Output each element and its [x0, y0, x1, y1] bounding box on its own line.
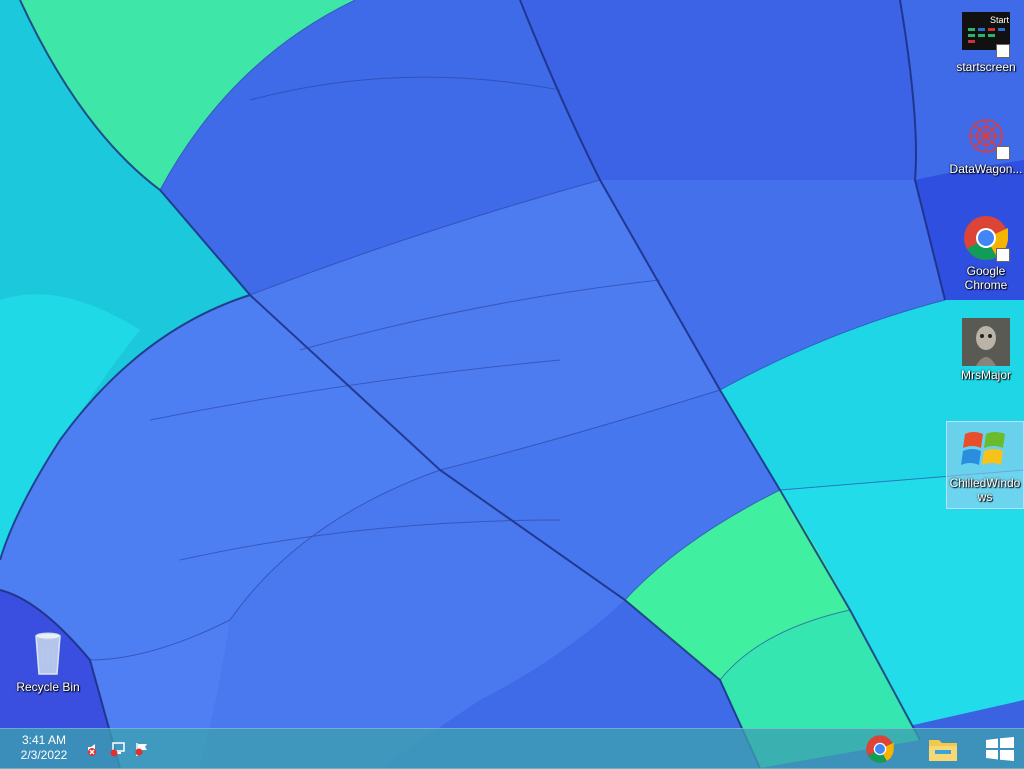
volume-muted-icon[interactable] — [86, 741, 102, 757]
datawagon-icon — [962, 112, 1010, 160]
file-explorer-icon — [929, 740, 957, 761]
shortcut-arrow-icon — [996, 44, 1010, 58]
desktop-icon-google-chrome[interactable]: Google Chrome — [948, 214, 1024, 292]
startscreen-label: startscreen — [956, 60, 1016, 74]
recycle-bin-label: Recycle Bin — [16, 680, 80, 694]
chrome-icon — [866, 735, 894, 763]
google-chrome-icon — [962, 214, 1010, 262]
chilledwindows-icon — [961, 426, 1009, 474]
chilledwindows-label: ChilledWindows — [949, 476, 1021, 504]
desktop-icon-recycle-bin[interactable]: Recycle Bin — [10, 630, 86, 694]
network-error-icon[interactable] — [110, 741, 126, 757]
clock-date: 2/3/2022 — [20, 748, 68, 762]
recycle-bin-icon — [24, 630, 72, 678]
action-center-flag-icon[interactable] — [134, 741, 150, 757]
google-chrome-label: Google Chrome — [964, 264, 1008, 292]
datawagon-label: DataWagon... — [949, 162, 1023, 176]
mrsmajor-label: MrsMajor — [961, 368, 1011, 382]
desktop-icon-chilledwindows[interactable]: ChilledWindows — [946, 421, 1024, 509]
windows-start-icon — [986, 737, 1014, 761]
startscreen-preview-text: Start — [990, 15, 1010, 25]
desktop-wallpaper — [0, 0, 1024, 768]
taskbar: 3:41 AM 2/3/2022 — [0, 728, 1024, 769]
desktop-icon-mrsmajor[interactable]: MrsMajor — [948, 318, 1024, 382]
taskbar-clock[interactable]: 3:41 AM 2/3/2022 — [14, 733, 74, 763]
shortcut-arrow-icon — [996, 248, 1010, 262]
mrsmajor-icon — [962, 318, 1010, 366]
desktop-icon-startscreen[interactable]: Start startscreen — [948, 10, 1024, 74]
startscreen-icon: Start — [962, 10, 1010, 58]
shortcut-arrow-icon — [996, 146, 1010, 160]
start-button[interactable] — [978, 729, 1022, 769]
clock-time: 3:41 AM — [21, 733, 67, 747]
taskbar-file-explorer-button[interactable] — [922, 729, 964, 769]
desktop-icon-datawagon[interactable]: DataWagon... — [948, 112, 1024, 176]
taskbar-chrome-button[interactable] — [860, 729, 900, 769]
